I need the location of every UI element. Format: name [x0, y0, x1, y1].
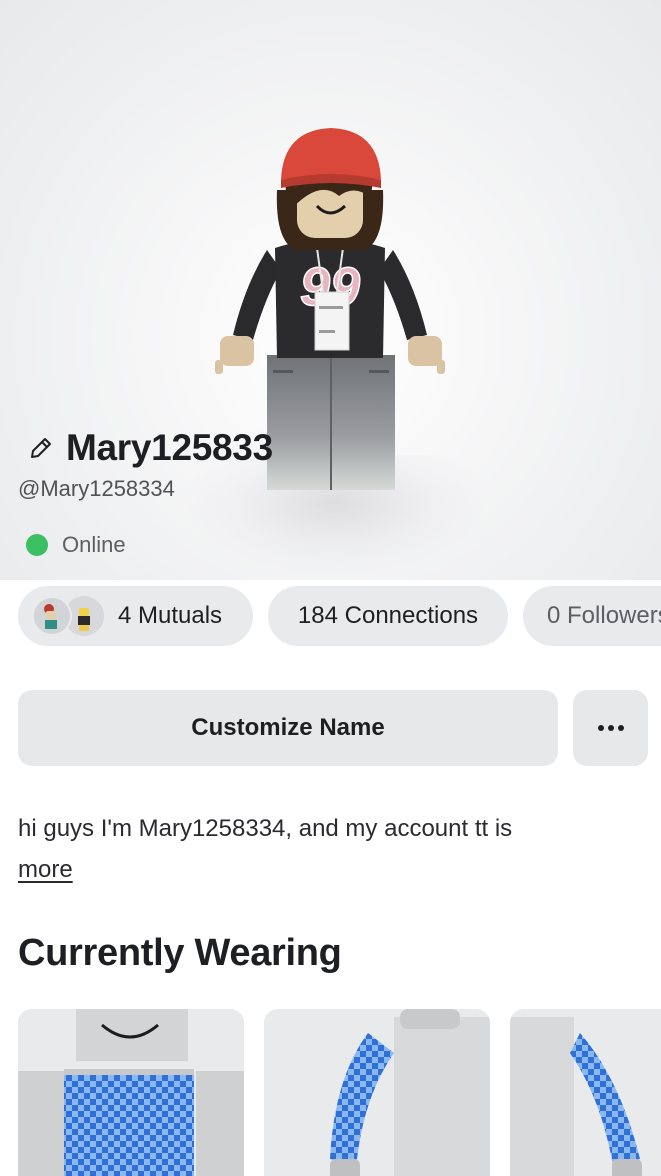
mutual-avatar — [32, 596, 72, 636]
bio-more-link[interactable]: more — [18, 856, 73, 884]
more-options-button[interactable] — [573, 690, 648, 766]
presence-status: Online — [26, 532, 126, 558]
connections-label: 184 Connections — [297, 602, 479, 629]
status-label: Online — [62, 532, 126, 557]
username: @Mary1258334 — [18, 476, 175, 501]
pencil-icon[interactable] — [26, 433, 56, 463]
mutuals-label: 4 Mutuals — [118, 602, 223, 629]
currently-wearing-list — [18, 1009, 661, 1176]
ellipsis-icon — [597, 725, 624, 731]
connections-chip[interactable]: 184 Connections — [268, 586, 508, 646]
mutual-avatars — [32, 596, 104, 636]
mutuals-chip[interactable]: 4 Mutuals — [18, 586, 253, 646]
customize-name-label: Customize Name — [191, 714, 385, 741]
followers-chip[interactable]: 0 Followers — [523, 586, 661, 646]
customize-name-button[interactable]: Customize Name — [18, 690, 558, 766]
stats-chip-row: 4 Mutuals 184 Connections 0 Followers — [18, 586, 661, 646]
online-dot-icon — [26, 534, 48, 556]
wearing-item-card[interactable] — [264, 1009, 490, 1176]
wearing-item-card[interactable] — [510, 1009, 661, 1176]
checkered-sleeve-left-item — [510, 1009, 661, 1176]
checkered-sleeve-right-item — [264, 1009, 490, 1176]
wearing-item-card[interactable] — [18, 1009, 244, 1176]
checkered-shirt-item — [18, 1009, 244, 1176]
followers-label: 0 Followers — [547, 602, 661, 629]
display-name: Mary125833 — [66, 427, 273, 468]
display-name-row[interactable]: Mary125833 — [26, 425, 273, 471]
bio-text: hi guys I'm Mary1258334, and my account … — [18, 815, 513, 842]
currently-wearing-title: Currently Wearing — [18, 932, 342, 974]
